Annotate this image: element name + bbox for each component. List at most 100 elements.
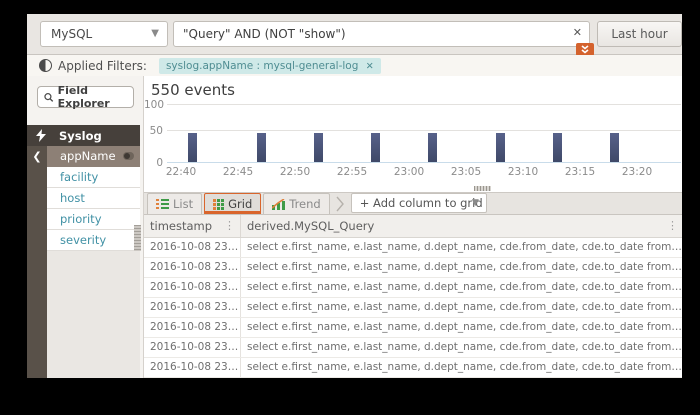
table-row[interactable]: 2016-10-08 23:36:3... select e.first_nam… (144, 298, 682, 318)
table-row[interactable]: 2016-10-08 23:36:3... select e.first_nam… (144, 318, 682, 338)
chart-bar[interactable] (610, 133, 620, 162)
field-item-facility[interactable]: facility (47, 167, 140, 188)
chart-bar[interactable] (553, 133, 563, 162)
x-axis-tick: 23:10 (507, 166, 539, 178)
field-item-appname[interactable]: appName (47, 146, 140, 167)
table-header: timestamp ⋮ derived.MySQL_Query ⋮ (144, 215, 682, 238)
add-column-dropdown[interactable]: + Add column to grid ▼ (350, 193, 487, 213)
sidebar-resize-grip[interactable] (134, 225, 141, 251)
timestamp-cell: 2016-10-08 23:36:3... (144, 238, 241, 257)
timestamp-cell: 2016-10-08 23:36:3... (144, 278, 241, 297)
table-row[interactable]: 2016-10-08 23:36:3... select e.first_nam… (144, 258, 682, 278)
list-icon (156, 199, 169, 209)
field-item-label: appName (60, 149, 116, 163)
chart-bar[interactable] (256, 133, 266, 162)
field-item-priority[interactable]: priority (47, 209, 140, 230)
search-box: ✕ (173, 21, 590, 47)
filters-toggle-icon[interactable] (39, 59, 52, 72)
sidebar-strip (27, 146, 47, 378)
field-item-host[interactable]: host (47, 188, 140, 209)
chart-resize-grip[interactable] (474, 186, 491, 191)
x-axis-tick: 22:50 (279, 166, 311, 178)
sidebar-background (47, 251, 140, 378)
double-chevron-down-icon (581, 45, 589, 54)
caret-down-icon: ▼ (471, 198, 479, 208)
chart-bar[interactable] (313, 133, 323, 162)
x-axis-tick: 23:00 (393, 166, 425, 178)
source-group-value: MySQL (51, 27, 93, 41)
query-cell: select e.first_name, e.last_name, d.dept… (247, 341, 682, 353)
x-axis-baseline (167, 162, 681, 163)
tab-trend[interactable]: Trend (263, 193, 330, 214)
collapse-sidebar-icon[interactable]: ❮ (27, 150, 47, 163)
query-cell: select e.first_name, e.last_name, d.dept… (247, 321, 682, 333)
search-icon (44, 92, 54, 102)
column-header-query[interactable]: derived.MySQL_Query ⋮ (241, 215, 682, 237)
add-column-label: + Add column to grid (359, 196, 483, 210)
column-header-label: timestamp (150, 219, 213, 233)
search-input[interactable] (174, 22, 571, 46)
field-list: appName facility host priority severity (47, 146, 140, 251)
tab-trend-label: Trend (289, 197, 321, 211)
query-cell: select e.first_name, e.last_name, d.dept… (247, 241, 682, 253)
x-axis-tick: 22:45 (222, 166, 254, 178)
column-header-timestamp[interactable]: timestamp ⋮ (144, 215, 241, 237)
tab-list[interactable]: List (147, 193, 203, 214)
query-cell: select e.first_name, e.last_name, d.dept… (247, 261, 682, 273)
main-panel: 550 events 100 50 0 22:40 22:45 22:50 22:55… (143, 76, 682, 378)
applied-filters-bar: Applied Filters: syslog.appName : mysql-… (27, 55, 682, 76)
column-menu-icon[interactable]: ⋮ (667, 215, 678, 237)
trend-icon (272, 198, 286, 210)
syslog-icon (36, 129, 46, 142)
time-range-button[interactable]: Last hour (597, 21, 682, 47)
field-explorer-label: Field Explorer (57, 84, 110, 110)
table-row[interactable]: 2016-10-08 23:36:3... select e.first_nam… (144, 238, 682, 258)
timestamp-cell: 2016-10-08 23:36:3... (144, 318, 241, 337)
tab-grid[interactable]: Grid (204, 193, 262, 214)
query-cell: select e.first_name, e.last_name, d.dept… (247, 281, 682, 293)
grid-icon (213, 198, 225, 210)
query-cell: select e.first_name, e.last_name, d.dept… (247, 361, 682, 373)
timestamp-cell: 2016-10-08 23:36:3... (144, 338, 241, 357)
field-toggle-icon[interactable] (123, 152, 134, 160)
gridline-50 (167, 130, 681, 131)
gridline-100 (167, 104, 681, 105)
column-header-label: derived.MySQL_Query (247, 219, 375, 233)
tab-list-label: List (173, 197, 194, 211)
timestamp-cell: 2016-10-08 23:36:3... (144, 258, 241, 277)
chart-bar[interactable] (427, 133, 437, 162)
x-axis-tick: 22:40 (165, 166, 197, 178)
filter-pill[interactable]: syslog.appName : mysql-general-log ✕ (158, 57, 381, 74)
field-item-severity[interactable]: severity (47, 230, 140, 251)
y-axis-tick: 100 (144, 99, 165, 111)
column-menu-icon[interactable]: ⋮ (224, 215, 235, 237)
field-explorer-search[interactable]: Field Explorer (37, 84, 134, 110)
timestamp-cell: 2016-10-08 23:36:3... (144, 358, 241, 377)
caret-down-icon: ▼ (151, 28, 159, 39)
table-row[interactable]: 2016-10-08 23:36:3... select e.first_nam… (144, 358, 682, 378)
filter-pill-text: syslog.appName : mysql-general-log (165, 59, 359, 72)
tab-grid-label: Grid (228, 197, 253, 211)
x-axis-tick: 23:15 (564, 166, 596, 178)
table-row[interactable]: 2016-10-08 23:36:3... select e.first_nam… (144, 278, 682, 298)
events-count-title: 550 events (151, 81, 235, 99)
table-row[interactable]: 2016-10-08 23:36:3... select e.first_nam… (144, 338, 682, 358)
chart-bar[interactable] (496, 133, 506, 162)
sidebar-group-label: Syslog (59, 128, 102, 143)
sidebar-group-syslog[interactable]: Syslog (27, 125, 140, 146)
clear-search-icon[interactable]: ✕ (573, 26, 582, 39)
x-axis-tick: 22:55 (336, 166, 368, 178)
view-tabbar: List Grid Trend + Add column to grid ▼ (144, 192, 682, 215)
timestamp-cell: 2016-10-08 23:36:3... (144, 298, 241, 317)
chart-bar[interactable] (370, 133, 380, 162)
breadcrumb-arrow-icon (336, 196, 344, 212)
y-axis-tick: 50 (149, 125, 163, 137)
query-cell: select e.first_name, e.last_name, d.dept… (247, 301, 682, 313)
x-axis-tick: 23:20 (621, 166, 653, 178)
source-group-select[interactable]: MySQL ▼ (40, 21, 168, 47)
x-axis-tick: 23:05 (450, 166, 482, 178)
remove-filter-icon[interactable]: ✕ (366, 61, 374, 72)
chart-bar[interactable] (188, 133, 198, 162)
chart-plot: 100 50 0 22:40 22:45 22:50 22:55 23:00 23:05 2… (144, 99, 682, 185)
search-toolbar: MySQL ▼ ✕ Last hour (27, 14, 682, 56)
